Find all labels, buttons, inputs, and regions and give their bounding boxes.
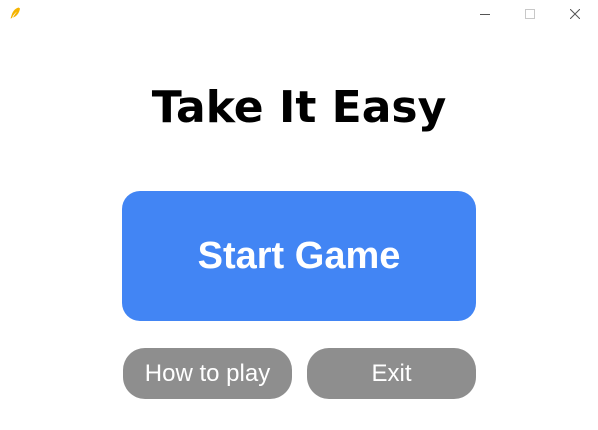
app-window: Take It Easy Start Game How to play Exit	[0, 0, 598, 430]
how-to-play-label: How to play	[144, 359, 271, 387]
minimize-button[interactable]	[462, 0, 508, 30]
title-bar[interactable]	[0, 0, 598, 30]
exit-label: Exit	[371, 359, 412, 387]
how-to-play-button[interactable]: How to play	[123, 348, 292, 399]
close-icon	[569, 6, 581, 24]
close-button[interactable]	[552, 0, 598, 30]
maximize-button[interactable]	[507, 0, 553, 30]
start-game-label: Start Game	[197, 234, 401, 277]
start-game-button[interactable]: Start Game	[122, 191, 476, 321]
minimize-icon	[480, 6, 490, 24]
exit-button[interactable]: Exit	[307, 348, 476, 399]
feather-icon	[8, 6, 22, 20]
maximize-icon	[525, 6, 535, 24]
game-title: Take It Easy	[151, 82, 447, 133]
